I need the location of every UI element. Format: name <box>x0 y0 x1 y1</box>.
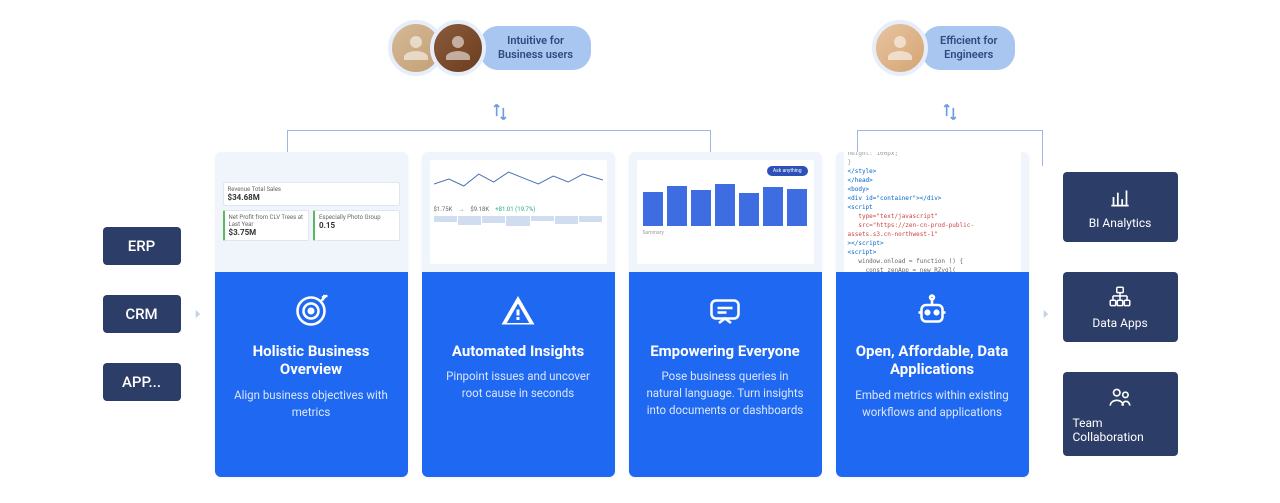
card-preview-metrics: Revenue Total Sales$34.68M Net Profit fr… <box>215 152 408 272</box>
card-desc: Embed metrics within existing workflows … <box>850 387 1015 420</box>
flow-arrow-in <box>189 307 207 321</box>
card-data-applications: height: 100px; } </style> </head> <body>… <box>836 152 1029 477</box>
alert-icon <box>497 290 539 332</box>
output-bi-analytics: BI Analytics <box>1063 172 1178 242</box>
card-automated-insights: $1.75K→$9.18K+81.01 (19.7%) Automated In… <box>422 152 615 477</box>
robot-icon <box>911 290 953 332</box>
card-preview-code: height: 100px; } </style> </head> <body>… <box>836 152 1029 272</box>
card-preview-line-chart: $1.75K→$9.18K+81.01 (19.7%) <box>422 152 615 272</box>
card-desc: Align business objectives with metrics <box>229 387 394 420</box>
card-holistic-overview: Revenue Total Sales$34.68M Net Profit fr… <box>215 152 408 477</box>
card-desc: Pinpoint issues and uncover root cause i… <box>436 368 601 401</box>
source-app: APP... <box>103 363 181 401</box>
card-title: Holistic Business Overview <box>229 342 394 380</box>
source-erp: ERP <box>103 227 181 265</box>
card-desc: Pose business queries in natural languag… <box>643 368 808 418</box>
chat-icon <box>704 290 746 332</box>
output-team-collaboration: Team Collaboration <box>1063 372 1178 456</box>
flow-arrow-out <box>1037 307 1055 321</box>
card-title: Empowering Everyone <box>650 342 800 361</box>
output-data-apps: Data Apps <box>1063 272 1178 342</box>
card-title: Open, Affordable, Data Applications <box>850 342 1015 380</box>
source-crm: CRM <box>103 295 181 333</box>
card-preview-bar-chart: Ask anything Summary <box>629 152 822 272</box>
card-empowering-everyone: Ask anything Summary Empowering Everyone… <box>629 152 822 477</box>
target-icon <box>290 290 332 332</box>
card-title: Automated Insights <box>452 342 584 361</box>
